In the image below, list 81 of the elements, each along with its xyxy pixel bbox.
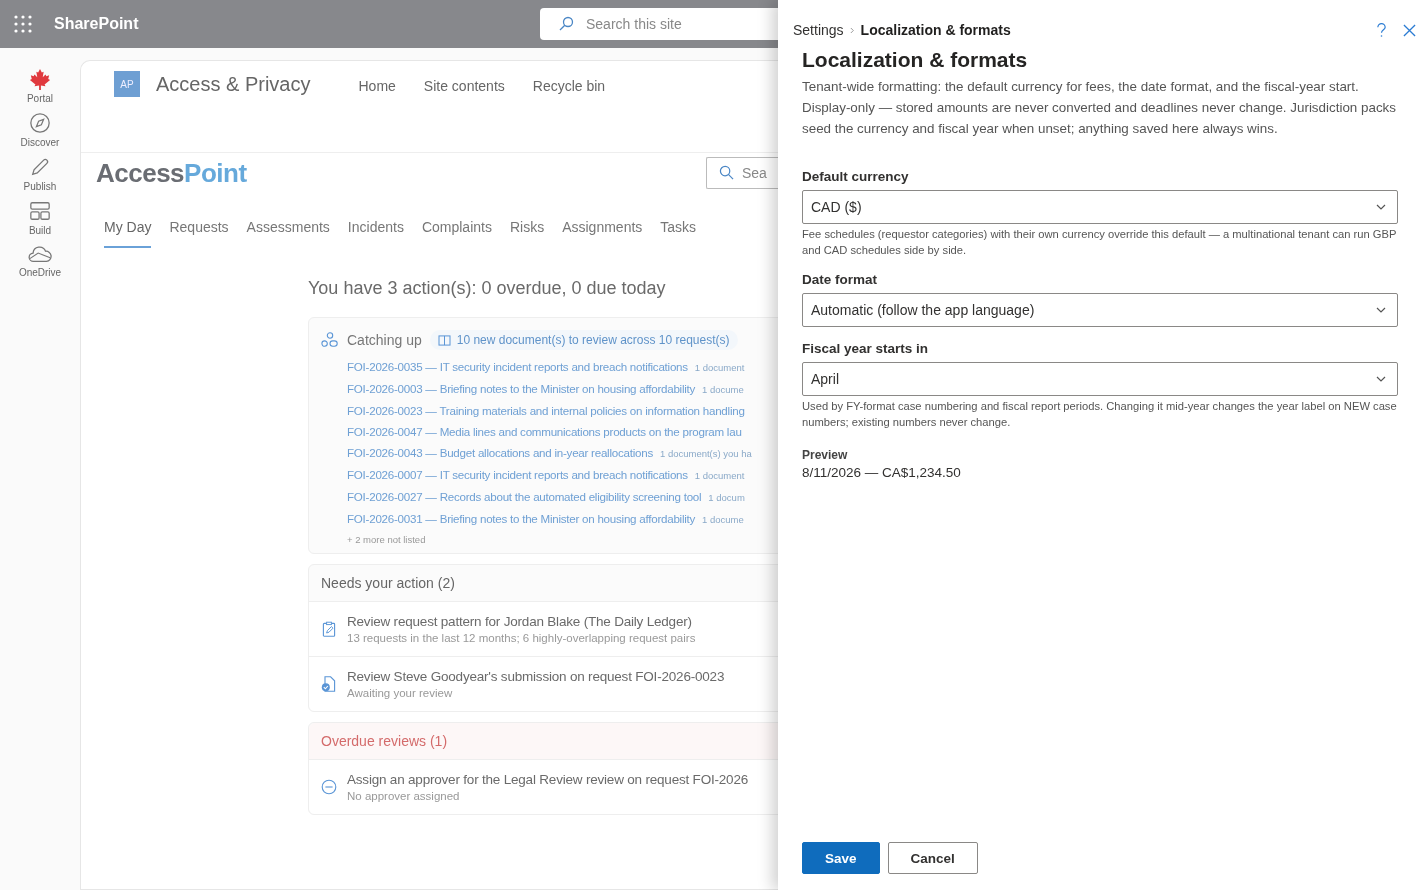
maple-leaf-icon — [29, 68, 51, 90]
request-link[interactable]: FOI-2026-0031 — Briefing notes to the Minister on housing affordability — [347, 508, 696, 529]
rail-label[interactable]: Portal — [26, 93, 54, 104]
action-item[interactable]: Assign an approver for the Legal Review review on request FOI-2026 No approver assigned — [309, 760, 778, 814]
nav-link[interactable]: Recycle bin — [532, 71, 606, 101]
app-name[interactable]: SharePoint — [54, 15, 139, 33]
dropdown[interactable]: CAD ($) — [802, 190, 1398, 224]
people-icon — [321, 331, 339, 349]
site-title[interactable]: Access & Privacy — [156, 71, 311, 97]
rail-label[interactable]: Build — [28, 225, 52, 236]
help-text: Used by FY-format case numbering and fiscal report periods. Changing it mid-year changes the year label on NEW case numbers; existing numbers never change. — [802, 399, 1398, 430]
tab[interactable]: Assignments — [562, 211, 643, 248]
field-label: Date format — [802, 272, 878, 287]
breadcrumb-current: Localization & formats — [860, 22, 1011, 38]
group-header: Overdue reviews (1) — [309, 723, 778, 760]
app-launcher-icon[interactable] — [14, 15, 32, 33]
panel-title: Localization & formats — [802, 48, 1029, 72]
action-item[interactable]: Review request pattern for Jordan Blake (The Daily Ledger) 13 requests in the last 12 months; 6 highly-overlapping request pairs — [309, 602, 778, 657]
request-link[interactable]: FOI-2026-0007 — IT security incident reports and breach notifications — [347, 464, 688, 485]
help-text: Fee schedules (requestor categories) with their own currency override this default — a multinational tenant can run GBP and CAD schedules side by side. — [802, 227, 1398, 258]
help-icon[interactable] — [1376, 22, 1387, 38]
minus-circle-icon — [321, 779, 337, 795]
action-subtitle: 13 requests in the last 12 months; 6 highly-overlapping request pairs — [347, 632, 696, 644]
dropdown[interactable]: Automatic (follow the app language) — [802, 293, 1398, 327]
clipboard-icon — [321, 621, 337, 637]
summary-heading: You have 3 action(s): 0 overdue, 0 due today — [308, 278, 667, 299]
book-icon — [437, 334, 451, 346]
rail-label[interactable]: Discover — [20, 137, 60, 148]
tab[interactable]: Requests — [169, 211, 229, 248]
document-count: 1 document — [694, 361, 745, 375]
search-icon — [719, 165, 734, 180]
action-title: Assign an approver for the Legal Review review on request FOI-2026 — [347, 772, 749, 787]
document-count: 1 docume — [702, 383, 744, 397]
request-link[interactable]: FOI-2026-0047 — Media lines and communications products on the program lau — [347, 421, 742, 442]
close-icon[interactable] — [1403, 23, 1416, 37]
tab[interactable]: My Day — [104, 211, 152, 248]
preview-label: Preview — [802, 448, 849, 462]
cloud-icon — [28, 244, 52, 264]
request-link[interactable]: FOI-2026-0003 — Briefing notes to the Minister on housing affordability — [347, 378, 696, 399]
chevron-right-icon — [849, 26, 855, 34]
action-subtitle: No approver assigned — [347, 790, 461, 802]
layout-icon — [29, 200, 51, 222]
breadcrumb-link[interactable]: Settings — [793, 22, 844, 38]
documents-badge[interactable]: 10 new document(s) to review across 10 request(s) — [429, 330, 738, 350]
tab[interactable]: Complaints — [421, 211, 492, 248]
document-count: 1 document(s) you ha — [659, 447, 752, 461]
request-link[interactable]: FOI-2026-0027 — Records about the automated eligibility screening tool — [347, 486, 702, 507]
action-subtitle: Awaiting your review — [347, 687, 454, 699]
search-icon — [558, 16, 574, 32]
action-title: Review request pattern for Jordan Blake (The Daily Ledger) — [347, 614, 693, 629]
request-link[interactable]: FOI-2026-0043 — Budget allocations and in-year reallocations — [347, 442, 653, 463]
nav-link[interactable]: Site contents — [423, 71, 505, 101]
nav-link[interactable]: Home — [358, 71, 396, 101]
request-link[interactable]: FOI-2026-0035 — IT security incident reports and breach notifications — [347, 356, 688, 377]
tab[interactable]: Risks — [509, 211, 545, 248]
field-label: Default currency — [802, 169, 910, 184]
panel-description: Tenant-wide formatting: the default currency for fees, the date format, and the fiscal-year start. Display-only — stored amounts are never converted and deadlines never change. Jurisdiction packs seed the currency and fiscal year when unset; anything saved here always wins. — [802, 78, 1397, 138]
search-field[interactable]: Sea — [706, 157, 778, 189]
section-title: Catching up — [347, 332, 422, 348]
rail-label[interactable]: OneDrive — [18, 267, 62, 278]
tab[interactable]: Assessments — [246, 211, 330, 248]
preview-value: 8/11/2026 — CA$1,234.50 — [802, 465, 962, 480]
cancel-button[interactable]: Cancel — [887, 842, 978, 874]
tab[interactable]: Incidents — [347, 211, 404, 248]
action-item[interactable]: Review Steve Goodyear's submission on request FOI-2026-0023 Awaiting your review — [309, 657, 778, 711]
more-note: + 2 more not listed — [347, 534, 427, 545]
dropdown[interactable]: April — [802, 362, 1398, 396]
document-count: 1 docume — [702, 513, 744, 527]
document-count: 1 docum — [708, 491, 745, 505]
app-logo: AccessPoint — [96, 157, 247, 189]
tab[interactable]: Tasks — [660, 211, 697, 248]
document-check-icon — [321, 676, 337, 692]
pen-icon — [29, 156, 51, 178]
search-field[interactable]: Search this site — [540, 8, 778, 40]
save-button[interactable]: Save — [802, 842, 880, 874]
rail-label[interactable]: Publish — [23, 181, 57, 192]
field-label: Fiscal year starts in — [802, 341, 930, 356]
action-title: Review Steve Goodyear's submission on request FOI-2026-0023 — [347, 669, 725, 684]
request-link[interactable]: FOI-2026-0023 — Training materials and internal policies on information handling — [347, 400, 745, 421]
document-count: 1 document — [694, 469, 745, 483]
compass-icon — [29, 112, 51, 134]
